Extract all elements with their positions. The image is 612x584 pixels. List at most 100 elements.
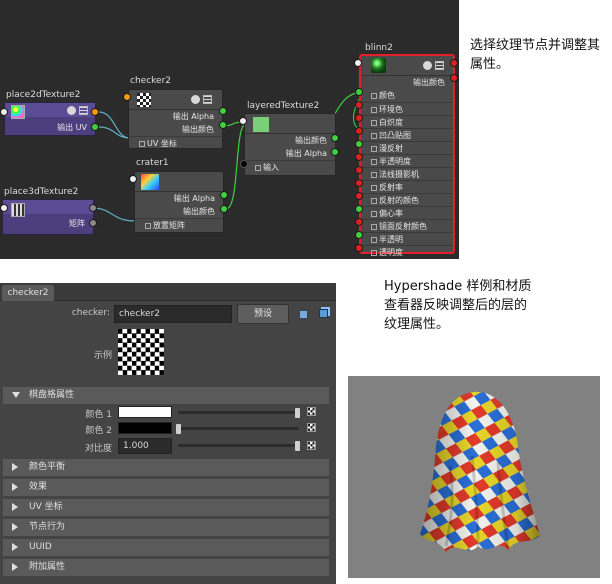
section-collapsed[interactable]: UUID xyxy=(3,539,329,556)
hypershade-node-editor[interactable]: place2dTexture2 输出 UV checker2 输出 Alpha … xyxy=(0,0,459,259)
blinn-input-dot[interactable] xyxy=(355,205,363,213)
place2d-out-uv-port[interactable]: 输出 UV xyxy=(5,121,95,134)
blinn-input-port[interactable]: 漫反射 xyxy=(361,141,453,154)
checker-out-alpha-port[interactable]: 输出 Alpha xyxy=(129,110,222,123)
place3d-output-dot[interactable] xyxy=(89,204,97,212)
node-toggle-icon[interactable] xyxy=(67,106,76,115)
blinn-input-dot[interactable] xyxy=(355,101,363,109)
checker-in-uv-port[interactable]: UV 坐标 xyxy=(129,136,222,149)
checker-alpha-dot[interactable] xyxy=(219,107,227,115)
node-attr-list-icon[interactable] xyxy=(203,95,212,104)
blinn-input-dot[interactable] xyxy=(355,218,363,226)
layered-alpha-dot[interactable] xyxy=(331,148,339,156)
node-toggle-icon[interactable] xyxy=(191,95,200,104)
crater-swatch-icon xyxy=(141,174,159,190)
layered-title: layeredTexture2 xyxy=(247,101,320,111)
blinn-input-port[interactable]: 颜色 xyxy=(361,89,453,102)
blinn-input-port[interactable]: 法线摄影机 xyxy=(361,167,453,180)
material-viewer[interactable] xyxy=(348,376,600,578)
contrast-map-button-icon[interactable] xyxy=(307,441,316,450)
layered-node[interactable]: 输出颜色 输出 Alpha 输入 xyxy=(244,113,336,176)
layered-in-input-port[interactable]: 输入 xyxy=(245,160,335,173)
crater-input-dot[interactable] xyxy=(129,175,137,183)
blinn-input-dot[interactable] xyxy=(355,127,363,135)
crater-alpha-dot[interactable] xyxy=(220,191,228,199)
contrast-field[interactable]: 1.000 xyxy=(118,438,172,454)
layered-input-dot[interactable] xyxy=(239,117,247,125)
color1-map-button-icon[interactable] xyxy=(307,407,316,416)
blinn-input-port[interactable]: 凹凸贴图 xyxy=(361,128,453,141)
node-name-field[interactable]: checker2 xyxy=(114,305,232,323)
section-collapsed[interactable]: 颜色平衡 xyxy=(3,459,329,476)
blinn-input-port[interactable]: 反射率 xyxy=(361,180,453,193)
attribute-editor: checker2 checker: checker2 预设 示例 棋盘格属性 颜… xyxy=(0,283,336,584)
layered-out-color-port[interactable]: 输出颜色 xyxy=(245,134,335,147)
layered-color-dot[interactable] xyxy=(331,134,339,142)
color2-slider-knob[interactable] xyxy=(176,424,181,434)
section-collapsed[interactable]: 附加属性 xyxy=(3,559,329,576)
blinn-input-port[interactable]: 偏心率 xyxy=(361,206,453,219)
color2-map-button-icon[interactable] xyxy=(307,423,316,432)
node-attr-list-icon[interactable] xyxy=(79,106,88,115)
focus-icon[interactable] xyxy=(299,310,308,319)
crater-out-color-port[interactable]: 输出颜色 xyxy=(135,205,223,218)
place3d-out-matrix-port[interactable]: 矩阵 xyxy=(3,217,93,230)
blinn-input-port[interactable]: 白炽度 xyxy=(361,115,453,128)
preset-button[interactable]: 预设 xyxy=(237,304,289,324)
contrast-slider[interactable] xyxy=(178,444,298,447)
place2d-input-dot[interactable] xyxy=(0,108,8,116)
checker-input-dot[interactable] xyxy=(123,93,131,101)
blinn-input-dot[interactable] xyxy=(355,140,363,148)
crater-node[interactable]: 输出 Alpha 输出颜色 放置矩阵 xyxy=(134,171,224,233)
checker-node[interactable]: 输出 Alpha 输出颜色 UV 坐标 xyxy=(128,89,223,149)
blinn-input-dot[interactable] xyxy=(354,59,362,67)
blinn-input-dot[interactable] xyxy=(355,114,363,122)
crater-color-dot[interactable] xyxy=(220,205,228,213)
copy-tab-icon[interactable] xyxy=(319,309,328,318)
color2-slider[interactable] xyxy=(178,427,298,430)
place2d-output-dot[interactable] xyxy=(91,108,99,116)
expand-square-icon xyxy=(371,249,377,256)
blinn-node[interactable]: 输出颜色 颜色 环境色 白炽度 凹凸贴图 漫反射 半透明度 法线摄影机 反射率 反射的颜色 偏心率… xyxy=(359,54,455,257)
node-toggle-icon[interactable] xyxy=(423,61,432,70)
crater-out-alpha-port[interactable]: 输出 Alpha xyxy=(135,192,223,205)
crater-title: crater1 xyxy=(136,158,169,168)
blinn-input-port[interactable]: 半透明 xyxy=(361,232,453,245)
ae-tab-checker2[interactable]: checker2 xyxy=(2,285,54,301)
place2d-out-uv-dot[interactable] xyxy=(91,123,99,131)
blinn-input-dot[interactable] xyxy=(355,231,363,239)
blinn-input-dot[interactable] xyxy=(355,179,363,187)
blinn-input-dot[interactable] xyxy=(355,88,363,96)
blinn-input-dot[interactable] xyxy=(355,244,363,252)
blinn-output-dot[interactable] xyxy=(450,59,458,67)
blinn-out-color-dot[interactable] xyxy=(450,74,458,82)
section-collapsed[interactable]: 效果 xyxy=(3,479,329,496)
checker-out-color-port[interactable]: 输出颜色 xyxy=(129,123,222,136)
blinn-input-dot[interactable] xyxy=(355,192,363,200)
place3d-node[interactable]: 矩阵 xyxy=(2,199,94,235)
layered-out-alpha-port[interactable]: 输出 Alpha xyxy=(245,147,335,160)
checker-color-dot[interactable] xyxy=(219,121,227,129)
blinn-input-port[interactable]: 环境色 xyxy=(361,102,453,115)
color1-slider[interactable] xyxy=(178,411,298,414)
section-collapsed[interactable]: 节点行为 xyxy=(3,519,329,536)
node-attr-list-icon[interactable] xyxy=(435,61,444,70)
blinn-input-port[interactable]: 镜面反射颜色 xyxy=(361,219,453,232)
contrast-slider-knob[interactable] xyxy=(295,441,300,451)
blinn-input-dot[interactable] xyxy=(355,166,363,174)
section-checker-attributes[interactable]: 棋盘格属性 xyxy=(3,387,329,404)
blinn-out-color-port[interactable]: 输出颜色 xyxy=(361,76,453,89)
blinn-input-port[interactable]: 反射的颜色 xyxy=(361,193,453,206)
blinn-input-port[interactable]: 透明度 xyxy=(361,245,453,258)
layered-in-dot[interactable] xyxy=(240,160,248,168)
blinn-input-dot[interactable] xyxy=(355,153,363,161)
section-collapsed[interactable]: UV 坐标 xyxy=(3,499,329,516)
place2d-node[interactable]: 输出 UV xyxy=(4,102,96,136)
color1-swatch[interactable] xyxy=(118,406,172,418)
color2-swatch[interactable] xyxy=(118,422,172,434)
blinn-input-port[interactable]: 半透明度 xyxy=(361,154,453,167)
place3d-input-dot[interactable] xyxy=(0,204,8,212)
crater-in-matrix-port[interactable]: 放置矩阵 xyxy=(135,218,223,231)
color1-slider-knob[interactable] xyxy=(295,408,300,418)
place3d-out-matrix-dot[interactable] xyxy=(89,219,97,227)
